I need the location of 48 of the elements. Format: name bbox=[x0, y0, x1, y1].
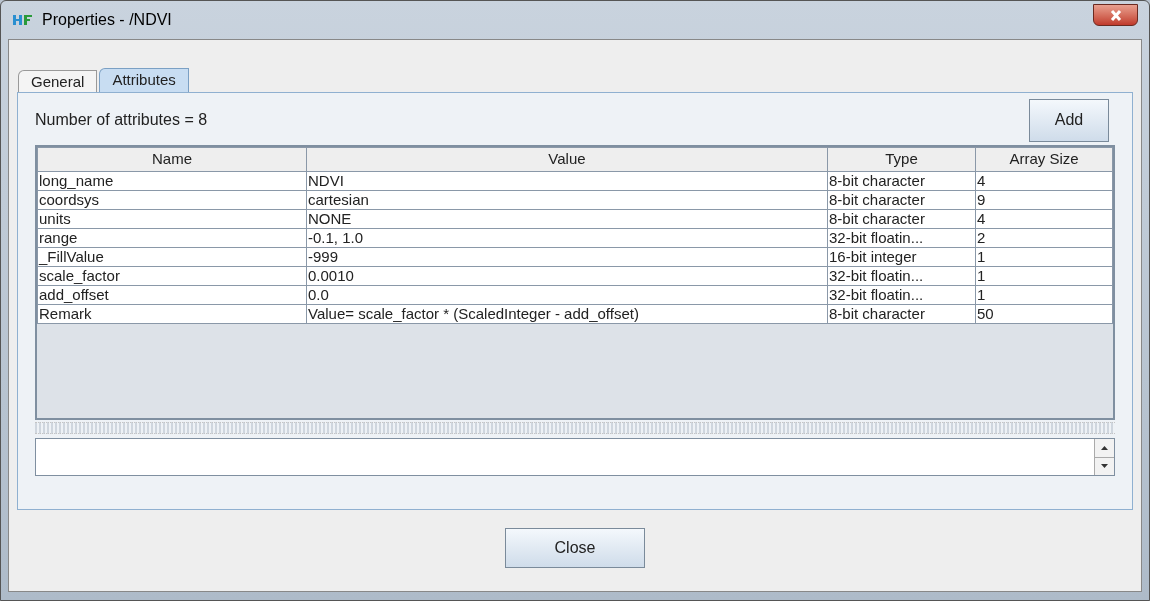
table-cell: 32-bit floatin... bbox=[827, 266, 976, 285]
add-button[interactable]: Add bbox=[1029, 98, 1109, 142]
table-cell: 8-bit character bbox=[827, 171, 976, 190]
table-cell: cartesian bbox=[306, 190, 828, 209]
table-cell: range bbox=[37, 228, 307, 247]
table-cell: 0.0010 bbox=[306, 266, 828, 285]
column-header[interactable]: Array Size bbox=[975, 147, 1113, 171]
scroll-up-button[interactable] bbox=[1095, 439, 1114, 458]
table-cell: 8-bit character bbox=[827, 190, 976, 209]
table-cell: 50 bbox=[975, 304, 1113, 323]
close-button[interactable]: Close bbox=[505, 527, 645, 568]
tab[interactable]: Attributes bbox=[99, 68, 189, 92]
table-cell: 8-bit character bbox=[827, 304, 976, 323]
column-header[interactable]: Name bbox=[37, 147, 307, 171]
app-logo-icon bbox=[12, 12, 34, 28]
column-header[interactable]: Value bbox=[306, 147, 828, 171]
table-cell: 32-bit floatin... bbox=[827, 228, 976, 247]
table-cell: coordsys bbox=[37, 190, 307, 209]
up-arrow-icon bbox=[1101, 445, 1108, 450]
table-cell: 16-bit integer bbox=[827, 247, 976, 266]
table-cell: scale_factor bbox=[37, 266, 307, 285]
table-cell: units bbox=[37, 209, 307, 228]
table-cell: 1 bbox=[975, 285, 1113, 304]
window-title: Properties - /NDVI bbox=[42, 10, 172, 30]
table-cell: Value= scale_factor * (ScaledInteger - add_offset) bbox=[306, 304, 828, 323]
table-cell: 32-bit floatin... bbox=[827, 285, 976, 304]
close-icon bbox=[1109, 9, 1122, 21]
table-cell: 1 bbox=[975, 266, 1113, 285]
table-cell: 8-bit character bbox=[827, 209, 976, 228]
table-cell: Remark bbox=[37, 304, 307, 323]
table-cell: -999 bbox=[306, 247, 828, 266]
table-cell: -0.1, 1.0 bbox=[306, 228, 828, 247]
table-cell: long_name bbox=[37, 171, 307, 190]
down-arrow-icon bbox=[1101, 464, 1108, 469]
table-cell: 2 bbox=[975, 228, 1113, 247]
table-cell: add_offset bbox=[37, 285, 307, 304]
table-cell: 4 bbox=[975, 171, 1113, 190]
close-window-button[interactable] bbox=[1093, 4, 1138, 26]
table-cell: 1 bbox=[975, 247, 1113, 266]
attribute-count-label: Number of attributes = 8 bbox=[35, 110, 208, 130]
table-cell: NONE bbox=[306, 209, 828, 228]
tab[interactable]: General bbox=[18, 70, 98, 92]
table-cell: NDVI bbox=[306, 171, 828, 190]
table-cell: 4 bbox=[975, 209, 1113, 228]
table-cell: 0.0 bbox=[306, 285, 828, 304]
table-cell: 9 bbox=[975, 190, 1113, 209]
column-header[interactable]: Type bbox=[827, 147, 976, 171]
table-cell: _FillValue bbox=[37, 247, 307, 266]
